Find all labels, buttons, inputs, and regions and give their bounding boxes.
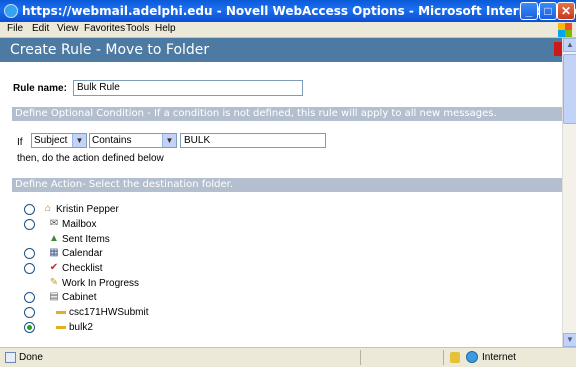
chevron-down-icon: ▼	[72, 134, 86, 147]
scroll-up-button[interactable]: ▲	[563, 38, 576, 52]
menu-file[interactable]: File	[7, 23, 23, 34]
folder-radio-selected[interactable]	[24, 322, 35, 333]
status-text: Done	[19, 352, 43, 363]
folder-radio[interactable]	[24, 307, 35, 318]
condition-field-value: Subject	[34, 135, 68, 146]
page-done-icon	[5, 352, 16, 363]
folder-radio[interactable]	[24, 219, 35, 230]
menu-edit[interactable]: Edit	[32, 23, 49, 34]
folder-label: Kristin Pepper	[56, 204, 119, 215]
rule-name-label: Rule name:	[13, 83, 67, 94]
close-button[interactable]: ✕	[557, 2, 575, 20]
security-zone-label: Internet	[482, 352, 516, 363]
folder-radio[interactable]	[24, 248, 35, 259]
folder-label: Calendar	[62, 248, 103, 259]
status-divider	[360, 350, 361, 365]
page-title: Create Rule - Move to Folder	[10, 42, 210, 58]
novell-logo-icon	[554, 42, 562, 56]
window-title: https://webmail.adelphi.edu - Novell Web…	[22, 4, 576, 18]
menu-help[interactable]: Help	[155, 23, 176, 34]
ie-icon	[4, 4, 18, 18]
condition-value-input[interactable]: BULK	[180, 133, 326, 148]
folder-radio[interactable]	[24, 292, 35, 303]
maximize-button[interactable]: □	[539, 2, 557, 20]
folder-label: Work In Progress	[62, 278, 140, 289]
folder-label: Sent Items	[62, 234, 110, 245]
menu-favorites[interactable]: Favorites	[84, 23, 125, 34]
condition-operator-select[interactable]: Contains ▼	[89, 133, 177, 148]
folder-label: Cabinet	[62, 292, 97, 303]
folder-radio[interactable]	[24, 263, 35, 274]
windows-logo-icon	[558, 23, 572, 37]
rule-name-input[interactable]: Bulk Rule	[73, 80, 303, 96]
then-text: then, do the action defined below	[17, 153, 164, 164]
condition-section-header: Define Optional Condition - If a conditi…	[12, 107, 562, 121]
folder-icon: ▬	[56, 321, 66, 332]
sent-items-icon: ▲	[49, 233, 59, 244]
if-label: If	[17, 137, 23, 148]
main-content: Rule name: Bulk Rule Define Optional Con…	[0, 62, 562, 347]
folder-radio[interactable]	[24, 204, 35, 215]
folder-label: Mailbox	[62, 219, 97, 230]
status-bar: Done Internet	[0, 347, 576, 367]
calendar-icon: ▦	[49, 247, 59, 258]
folder-label: bulk2	[69, 322, 93, 333]
internet-zone-icon	[466, 351, 478, 363]
menu-tools[interactable]: Tools	[126, 23, 149, 34]
window-titlebar: https://webmail.adelphi.edu - Novell Web…	[0, 0, 576, 22]
condition-operator-value: Contains	[92, 135, 132, 146]
lock-icon	[450, 352, 460, 363]
home-icon: ⌂	[44, 203, 52, 214]
menu-view[interactable]: View	[57, 23, 79, 34]
scroll-down-button[interactable]: ▼	[563, 333, 576, 347]
checklist-icon: ✔	[49, 262, 59, 273]
vertical-scrollbar[interactable]: ▲ ▼	[562, 38, 576, 347]
folder-label: Checklist	[62, 263, 103, 274]
action-section-header: Define Action- Select the destination fo…	[12, 178, 562, 192]
work-in-progress-icon: ✎	[49, 277, 59, 288]
cabinet-icon: ▤	[49, 291, 59, 302]
condition-field-select[interactable]: Subject ▼	[31, 133, 87, 148]
chevron-down-icon: ▼	[162, 134, 176, 147]
folder-label: csc171HWSubmit	[69, 307, 149, 318]
menu-bar: File Edit View Favorites Tools Help	[0, 22, 576, 38]
minimize-button[interactable]: _	[520, 2, 538, 20]
mailbox-icon: ✉	[49, 218, 59, 229]
scroll-thumb[interactable]	[563, 54, 576, 124]
status-divider	[443, 350, 444, 365]
folder-icon: ▬	[56, 306, 66, 317]
page-header: Create Rule - Move to Folder	[0, 38, 562, 62]
